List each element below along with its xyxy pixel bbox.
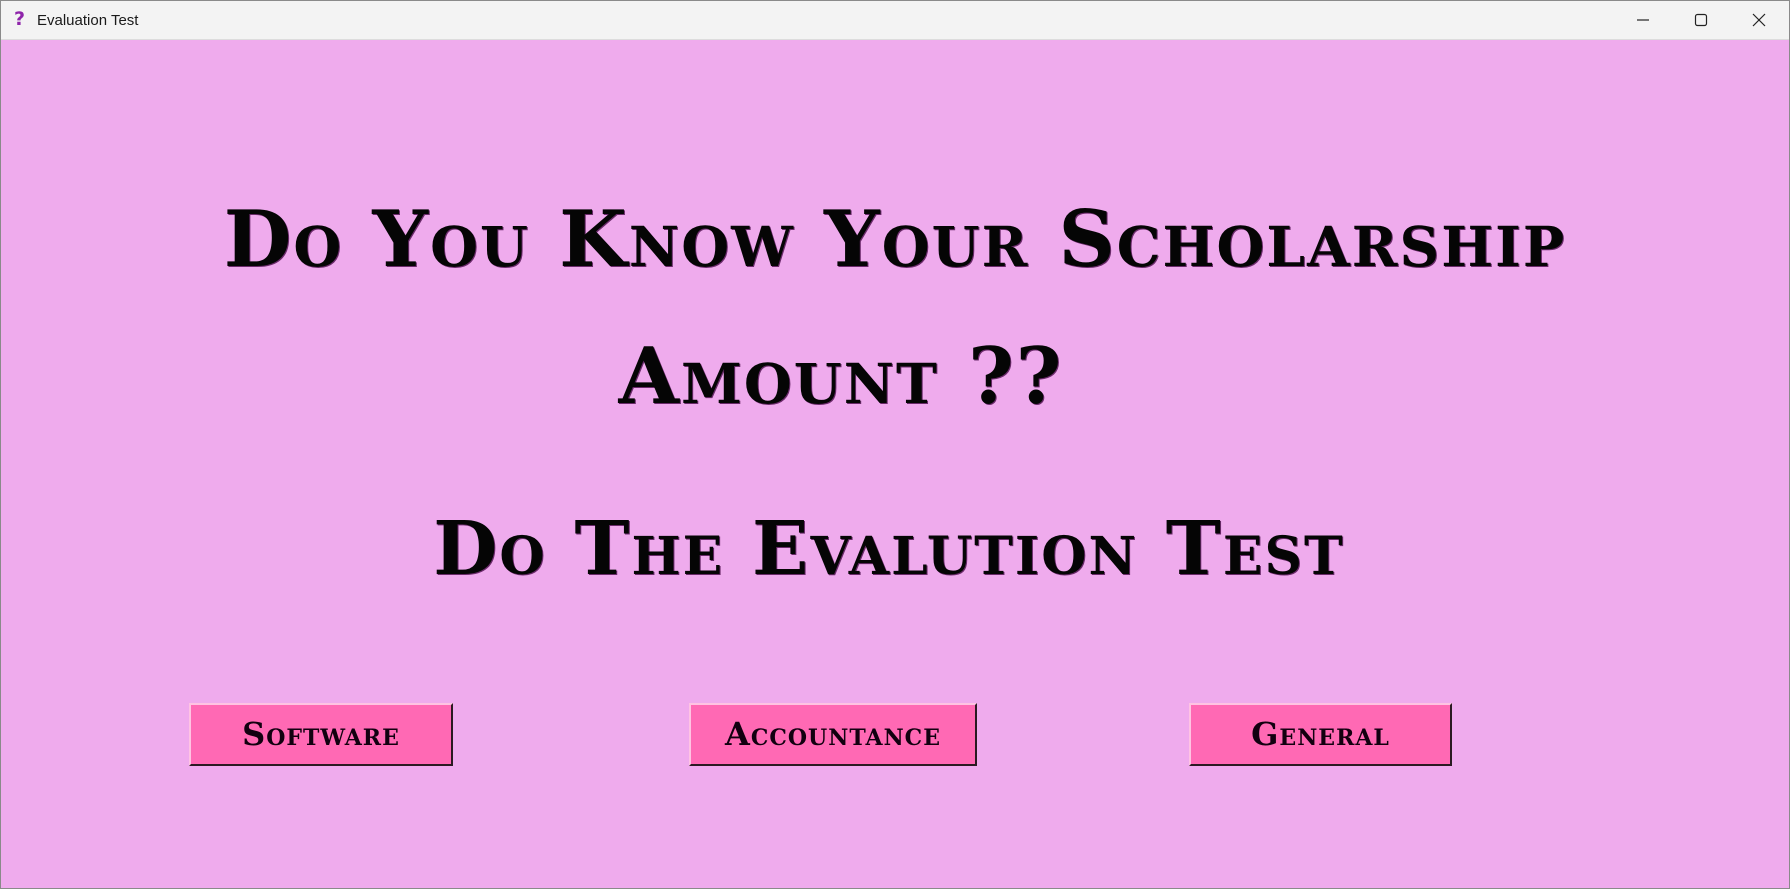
close-button[interactable] [1730,1,1788,39]
maximize-icon [1694,13,1708,27]
maximize-button[interactable] [1672,1,1730,39]
general-button[interactable]: General [1189,703,1452,766]
question-mark-icon: ? [14,8,26,30]
software-button[interactable]: Software [189,703,453,766]
minimize-icon [1637,19,1649,21]
subheadline: Do The Evalution Test [433,506,1345,592]
headline-line-1: Do You Know Your Scholarship [223,194,1567,285]
app-window: ? Evaluation Test Do You Know Your Schol… [0,0,1790,889]
accountance-button[interactable]: Accountance [689,703,977,766]
minimize-button[interactable] [1614,1,1672,39]
window-title: Evaluation Test [37,12,139,29]
headline-line-2: Amount ?? [618,331,1064,422]
close-icon [1752,13,1766,27]
main-content: Do You Know Your Scholarship Amount ?? D… [1,40,1789,888]
title-bar[interactable]: ? Evaluation Test [1,1,1789,40]
